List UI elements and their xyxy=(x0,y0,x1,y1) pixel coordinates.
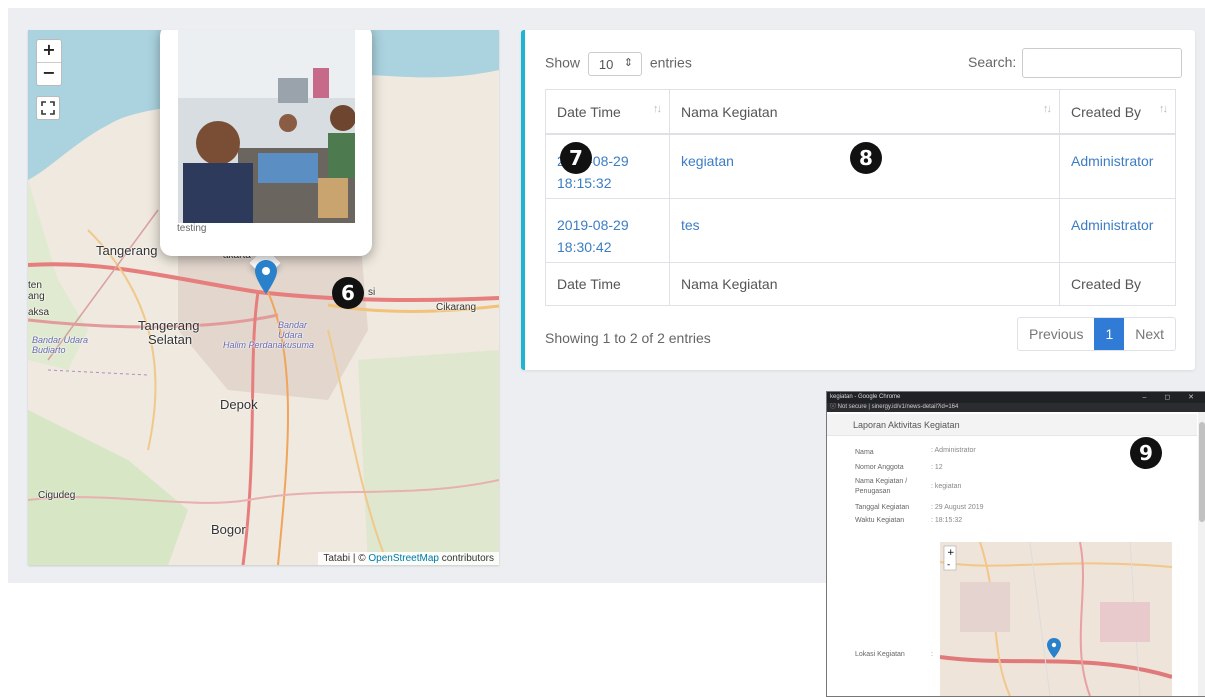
field-label-nama: Nama xyxy=(855,449,874,456)
callout-badge-8: 8 xyxy=(850,142,882,174)
show-label: Show xyxy=(545,54,581,71)
browser-window-title: kegiatan - Google Chrome xyxy=(830,394,901,400)
window-controls[interactable]: – ◻ ✕ xyxy=(1143,392,1202,403)
column-header-date-time[interactable]: Date Time ↑↓ xyxy=(545,89,670,135)
column-header-created-by[interactable]: Created By ↑↓ xyxy=(1059,89,1176,135)
field-value-nama: : Administrator xyxy=(931,447,976,454)
popup-photo xyxy=(178,30,355,223)
map-label-selatan: Selatan xyxy=(148,332,193,347)
field-label-nomor-anggota: Nomor Anggota xyxy=(855,464,904,471)
column-label: Date Time xyxy=(557,103,621,120)
map-view[interactable]: + − Tangerang Tangerang Selatan Depok Bo… xyxy=(28,30,499,565)
field-value-tanggal: : 29 August 2019 xyxy=(931,504,984,511)
attribution-link[interactable]: OpenStreetMap xyxy=(368,553,439,564)
map-label-cigudeg: Cigudeg xyxy=(38,490,76,501)
field-value-nama-kegiatan: : kegiatan xyxy=(931,483,962,490)
cell-nama-kegiatan[interactable]: tes xyxy=(669,197,1060,263)
map-label-bandar-udara: Bandar Udara xyxy=(278,320,308,340)
zoom-control: + − xyxy=(36,39,62,86)
browser-title-bar: kegiatan - Google Chrome – ◻ ✕ xyxy=(827,392,1205,403)
map-popup[interactable]: testing xyxy=(160,30,372,256)
map-label-ten: ten xyxy=(28,280,42,291)
zoom-in-button[interactable]: + xyxy=(37,40,61,62)
callout-badge-6: 6 xyxy=(332,277,364,309)
sort-icon: ↑↓ xyxy=(653,103,662,115)
search-label: Search: xyxy=(968,54,1017,70)
map-label-aksa: aksa xyxy=(28,307,50,318)
cell-time[interactable]: 18:30:42 xyxy=(557,239,612,255)
svg-text:+: + xyxy=(947,548,955,558)
cell-date[interactable]: 2019-08-29 xyxy=(557,217,629,233)
map-label-budiarto: Bandar Udara Budiarto xyxy=(32,335,89,355)
field-label-tanggal: Tanggal Kegiatan xyxy=(855,504,910,511)
column-label: Nama Kegiatan xyxy=(681,103,778,120)
field-label-waktu: Waktu Kegiatan xyxy=(855,517,905,524)
fullscreen-icon xyxy=(41,101,55,115)
map-label-ang: ang xyxy=(28,291,45,302)
attribution-suffix: contributors xyxy=(441,553,494,564)
entries-label: entries xyxy=(649,54,692,71)
field-value-waktu: : 18:15:32 xyxy=(931,517,963,524)
field-value-lokasi: : xyxy=(931,651,933,658)
entries-select[interactable]: 10 ⇕ xyxy=(587,52,642,76)
entries-select-value: 10 xyxy=(598,57,614,72)
cell-time[interactable]: 18:15:32 xyxy=(557,175,612,191)
field-label-penugasan: Penugasan xyxy=(855,488,891,495)
map-marker-icon xyxy=(255,260,277,294)
cell-date-time[interactable]: 2019-08-29 18:30:42 xyxy=(545,197,670,263)
fullscreen-button[interactable] xyxy=(36,96,60,120)
map-marker[interactable] xyxy=(255,260,277,299)
zoom-out-button[interactable]: − xyxy=(37,62,61,85)
map-label-depok: Depok xyxy=(220,397,258,412)
report-header: Laporan Aktivitas Kegiatan xyxy=(827,414,1197,436)
field-label-nama-kegiatan: Nama Kegiatan / xyxy=(855,478,908,485)
svg-text:-: - xyxy=(947,560,950,570)
popup-caption: testing xyxy=(177,223,207,234)
field-value-nomor-anggota: : 12 xyxy=(931,464,943,471)
cell-created-by[interactable]: Administrator xyxy=(1059,133,1176,199)
sort-icon: ↑↓ xyxy=(1159,103,1168,115)
map-label-tangerang: Tangerang xyxy=(96,243,158,258)
page-1-button[interactable]: 1 xyxy=(1094,318,1125,350)
map-attribution: Tatabi | © OpenStreetMap contributors xyxy=(318,552,499,565)
previous-button[interactable]: Previous xyxy=(1018,318,1094,350)
entries-length-control: Show 10 ⇕ entries xyxy=(545,52,692,76)
table-row: 2019-08-29 18:30:42 tes Administrator xyxy=(545,197,1176,263)
map-label-tangerang-selatan: Tangerang xyxy=(138,318,200,333)
map-label-cikarang: Cikarang xyxy=(436,302,477,313)
activity-table: Date Time ↑↓ Nama Kegiatan ↑↓ Created By… xyxy=(545,89,1176,306)
column-label: Created By xyxy=(1071,103,1142,120)
sort-icon: ↑↓ xyxy=(1043,103,1052,115)
map-label-bekasi: si xyxy=(368,287,376,298)
footer-date-time: Date Time xyxy=(545,261,670,306)
scrollbar[interactable] xyxy=(1198,412,1205,696)
field-label-lokasi: Lokasi Kegiatan xyxy=(855,651,905,658)
cell-created-by[interactable]: Administrator xyxy=(1059,197,1176,263)
location-mini-map[interactable]: + - xyxy=(940,542,1172,696)
activity-table-card: Show 10 ⇕ entries Search: Date Time ↑↓ N… xyxy=(521,30,1195,370)
scrollbar-thumb[interactable] xyxy=(1199,422,1205,522)
mini-map-tiles: + - xyxy=(940,542,1172,696)
attribution-prefix: Tatabi | © xyxy=(323,553,366,564)
table-footer-row: Date Time Nama Kegiatan Created By xyxy=(545,261,1176,306)
next-button[interactable]: Next xyxy=(1124,318,1175,350)
browser-address-bar[interactable]: ⓘ Not secure | sinergy.id/v1/news-detail… xyxy=(827,403,1205,412)
search-input[interactable] xyxy=(1022,48,1182,78)
pagination: Previous 1 Next xyxy=(1017,317,1177,351)
map-label-halim: Halim Perdanakusuma xyxy=(223,340,315,350)
footer-created-by: Created By xyxy=(1059,261,1176,306)
map-label-bogor: Bogor xyxy=(211,522,246,537)
footer-nama-kegiatan: Nama Kegiatan xyxy=(669,261,1060,306)
table-info: Showing 1 to 2 of 2 entries xyxy=(545,330,711,346)
callout-badge-9: 9 xyxy=(1130,437,1162,469)
callout-badge-7: 7 xyxy=(560,142,592,174)
column-header-nama-kegiatan[interactable]: Nama Kegiatan ↑↓ xyxy=(669,89,1060,135)
select-arrows-icon: ⇕ xyxy=(623,57,633,69)
